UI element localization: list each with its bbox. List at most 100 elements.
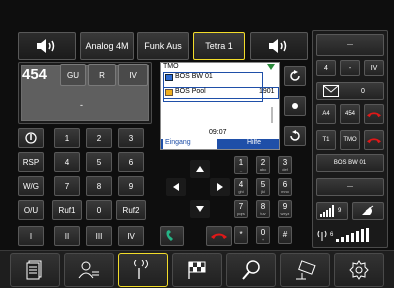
antenna-wave-icon bbox=[317, 230, 327, 241]
speaker-icon bbox=[37, 39, 55, 53]
nav-right-button[interactable] bbox=[210, 178, 230, 196]
phone-key-star-symbol: * bbox=[239, 230, 243, 239]
rsp-button[interactable]: RSP bbox=[18, 152, 44, 172]
right-top-display[interactable]: --- bbox=[316, 34, 384, 56]
satellite-button[interactable] bbox=[352, 202, 384, 220]
contacts-icon bbox=[78, 261, 99, 279]
phone-key-5[interactable]: 5 jkl bbox=[256, 178, 270, 196]
phone-key-2[interactable]: 2 abc bbox=[256, 156, 270, 174]
nav-down-button[interactable] bbox=[190, 200, 210, 218]
phone-key-0[interactable]: 0 + bbox=[256, 226, 270, 244]
phone-key-7-number: 7 bbox=[238, 201, 244, 211]
ruf2-button[interactable]: Ruf2 bbox=[116, 200, 146, 220]
ruf1-button[interactable]: Ruf1 bbox=[52, 200, 82, 220]
dash-button[interactable]: --- bbox=[316, 178, 384, 196]
scrollbar[interactable] bbox=[271, 107, 273, 123]
key-iii[interactable]: III bbox=[86, 226, 112, 246]
phone-key-3[interactable]: 3 def bbox=[278, 156, 292, 174]
key-1[interactable]: 1 bbox=[54, 128, 80, 148]
back-arrow-icon bbox=[290, 130, 300, 141]
num454-button[interactable]: 454 bbox=[340, 104, 360, 124]
nav-camera[interactable] bbox=[280, 253, 330, 287]
phone-hangup-icon bbox=[211, 233, 227, 239]
key-ii[interactable]: II bbox=[54, 226, 80, 246]
hangup-right-button-1[interactable] bbox=[364, 104, 384, 124]
group-item-2: BOS Pool bbox=[175, 88, 206, 95]
tmo-button[interactable]: TMO bbox=[340, 130, 360, 150]
nav-search[interactable] bbox=[226, 253, 276, 287]
phone-key-4[interactable]: 4 ghi bbox=[234, 178, 248, 196]
key-3[interactable]: 3 bbox=[118, 128, 144, 148]
t1-button[interactable]: T1 bbox=[316, 130, 336, 150]
nav-left-button[interactable] bbox=[166, 178, 186, 196]
volume-right-button[interactable] bbox=[250, 32, 308, 60]
group-item-1[interactable]: BOS BW 01 bbox=[175, 73, 213, 80]
key-6[interactable]: 6 bbox=[118, 152, 144, 172]
right-key-dash[interactable]: - bbox=[340, 60, 360, 76]
hangup-button[interactable] bbox=[206, 226, 232, 246]
key-0[interactable]: 0 bbox=[86, 200, 112, 220]
bos-button[interactable]: BOS BW 01 bbox=[316, 154, 384, 172]
bottom-nav bbox=[0, 250, 394, 288]
phone-key-1-letters: _ bbox=[239, 166, 243, 172]
phone-key-6-letters: mno bbox=[281, 188, 289, 194]
call-button[interactable] bbox=[160, 226, 184, 246]
key-5[interactable]: 5 bbox=[86, 152, 112, 172]
phone-key-9[interactable]: 9 wxyz bbox=[278, 200, 292, 218]
volume-left-button[interactable] bbox=[18, 32, 76, 60]
key-iv[interactable]: IV bbox=[118, 226, 144, 246]
rotate-button[interactable] bbox=[284, 66, 306, 86]
key-i[interactable]: I bbox=[18, 226, 44, 246]
key-9[interactable]: 9 bbox=[118, 176, 144, 196]
phone-key-star[interactable]: * bbox=[234, 226, 248, 244]
r-button[interactable]: R bbox=[88, 64, 116, 86]
antenna-icon bbox=[267, 64, 275, 70]
nav-documents[interactable] bbox=[10, 253, 60, 287]
a4-button[interactable]: A4 bbox=[316, 104, 336, 124]
hangup-right-button-2[interactable] bbox=[364, 130, 384, 150]
phone-key-7[interactable]: 7 pqrs bbox=[234, 200, 248, 218]
antenna-icon bbox=[134, 260, 148, 279]
power-icon bbox=[25, 132, 37, 144]
phone-key-6[interactable]: 6 mno bbox=[278, 178, 292, 196]
softkey-hilfe[interactable]: Hilfe bbox=[247, 139, 261, 146]
arrow-up-icon bbox=[196, 166, 204, 172]
mode-tetra-button[interactable]: Tetra 1 bbox=[193, 32, 245, 60]
search-icon bbox=[242, 260, 260, 280]
messages-button[interactable]: 0 bbox=[316, 82, 384, 100]
iv-button[interactable]: IV bbox=[118, 64, 148, 86]
nav-race[interactable] bbox=[172, 253, 222, 287]
network-label: TMO bbox=[163, 63, 179, 70]
key-2[interactable]: 2 bbox=[86, 128, 112, 148]
dot-button[interactable] bbox=[284, 96, 306, 116]
nav-contacts[interactable] bbox=[64, 253, 114, 287]
nav-radio[interactable] bbox=[118, 253, 168, 287]
back-button[interactable] bbox=[284, 126, 306, 146]
key-7[interactable]: 7 bbox=[54, 176, 80, 196]
key-8[interactable]: 8 bbox=[86, 176, 112, 196]
signal-count-a: 9 bbox=[338, 208, 342, 214]
mode-analog-button[interactable]: Analog 4M bbox=[80, 32, 134, 60]
nav-settings[interactable] bbox=[334, 253, 384, 287]
key-4[interactable]: 4 bbox=[54, 152, 80, 172]
document-icon bbox=[26, 260, 42, 280]
gu-button[interactable]: GU bbox=[60, 64, 86, 86]
mode-funk-button[interactable]: Funk Aus bbox=[137, 32, 189, 60]
power-button[interactable] bbox=[18, 128, 44, 148]
group-folder-icon bbox=[165, 74, 173, 81]
phone-key-0-plus: + bbox=[261, 236, 265, 242]
right-key-iv[interactable]: IV bbox=[364, 60, 384, 76]
softkey-eingang[interactable]: Eingang bbox=[163, 139, 217, 149]
phone-key-2-letters: abc bbox=[259, 166, 267, 172]
message-count: 0 bbox=[361, 87, 365, 95]
right-key-4[interactable]: 4 bbox=[316, 60, 336, 76]
phone-key-7-letters: pqrs bbox=[237, 210, 245, 216]
phone-key-hash[interactable]: # bbox=[278, 226, 292, 244]
phone-key-9-letters: wxyz bbox=[280, 210, 290, 216]
group-item-2-value: 1901 bbox=[259, 88, 275, 95]
nav-up-button[interactable] bbox=[190, 160, 210, 178]
ou-button[interactable]: O/U bbox=[18, 200, 44, 220]
phone-key-1[interactable]: 1 _ bbox=[234, 156, 248, 174]
wg-button[interactable]: W/G bbox=[18, 176, 44, 196]
phone-key-8[interactable]: 8 tuv bbox=[256, 200, 270, 218]
